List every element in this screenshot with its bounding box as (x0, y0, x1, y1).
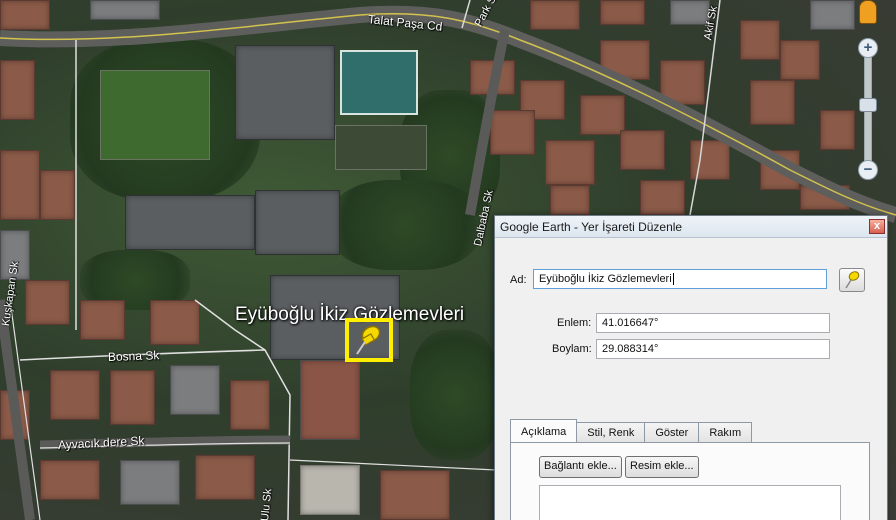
description-panel: Bağlantı ekle... Resim ekle... (510, 442, 870, 520)
tab-description[interactable]: Açıklama (510, 419, 578, 442)
zoom-out-icon[interactable]: − (858, 160, 878, 180)
latitude-field[interactable]: 41.016647° (596, 313, 830, 333)
dialog-tabs: Açıklama Stil, Renk Göster Rakım (510, 419, 753, 442)
name-field-value: Eyüboğlu İkiz Gözlemevleri (539, 273, 672, 285)
zoom-slider-handle[interactable] (859, 98, 877, 112)
dialog-title: Google Earth - Yer İşareti Düzenle (500, 219, 683, 234)
pin-style-button[interactable] (839, 268, 865, 292)
tab-altitude[interactable]: Rakım (698, 422, 753, 442)
longitude-label: Boylam: (552, 343, 592, 355)
add-link-button[interactable]: Bağlantı ekle... (539, 456, 622, 478)
road-label-bosna: Bosna Sk (107, 348, 160, 364)
tab-style-color[interactable]: Stil, Renk (576, 422, 646, 442)
close-button[interactable]: x (869, 219, 885, 234)
edit-placemark-dialog: Google Earth - Yer İşareti Düzenle x Ad:… (494, 215, 888, 520)
tab-view[interactable]: Göster (644, 422, 700, 442)
zoom-in-icon[interactable]: + (858, 38, 878, 58)
placemark-pin-icon (356, 325, 381, 355)
pushpin-icon (845, 271, 860, 289)
longitude-field[interactable]: 29.088314° (596, 339, 830, 359)
pegman-icon[interactable] (859, 0, 877, 24)
description-textarea[interactable] (539, 485, 841, 520)
navigation-controls: + − (856, 0, 880, 190)
placemark-pin[interactable] (345, 318, 393, 362)
name-label: Ad: (510, 274, 527, 286)
dialog-titlebar[interactable]: Google Earth - Yer İşareti Düzenle (495, 216, 887, 238)
add-image-button[interactable]: Resim ekle... (625, 456, 699, 478)
latitude-label: Enlem: (557, 317, 592, 329)
name-field[interactable]: Eyüboğlu İkiz Gözlemevleri (533, 269, 827, 289)
